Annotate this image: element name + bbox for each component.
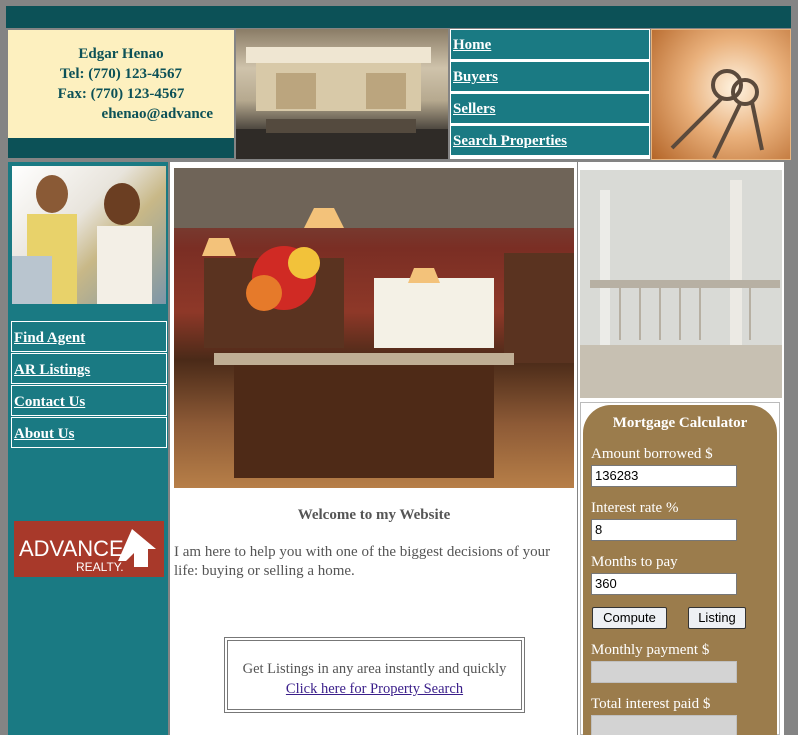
top-banner <box>6 6 791 28</box>
property-search-box: Get Listings in any area instantly and q… <box>224 637 525 713</box>
contact-strip <box>8 138 234 158</box>
logo-word-advance: ADVANCE <box>19 536 124 561</box>
side-nav-about-us-link[interactable]: About Us <box>14 426 74 442</box>
kitchen-photo-small <box>236 29 448 159</box>
listing-button[interactable]: Listing <box>688 607 746 629</box>
side-nav-ar-listings-link[interactable]: AR Listings <box>14 362 90 378</box>
nav-search-link[interactable]: Search Properties <box>453 133 567 149</box>
rate-input[interactable]: 8 <box>591 519 737 541</box>
total-interest-label: Total interest paid $ <box>591 696 711 712</box>
welcome-heading: Welcome to my Website <box>297 507 451 523</box>
nav-home[interactable]: Home <box>450 29 650 60</box>
agent-contact: Edgar Henao Tel: (770) 123-4567 Fax: (77… <box>8 30 234 138</box>
nav-search-properties[interactable]: Search Properties <box>450 125 650 156</box>
nav-buyers-link[interactable]: Buyers <box>453 69 498 85</box>
amount-label: Amount borrowed $ <box>591 446 713 462</box>
agent-email[interactable]: ehenao@advance <box>8 104 213 124</box>
logo-word-realty: REALTY. <box>76 560 124 574</box>
months-input[interactable]: 360 <box>591 573 737 595</box>
porch-photo <box>580 170 782 398</box>
agent-fax: Fax: (770) 123-4567 <box>57 86 185 102</box>
calculator-title: Mortgage Calculator <box>612 415 748 431</box>
intro-text: I am here to help you with one of the bi… <box>174 544 551 579</box>
monthly-payment-label: Monthly payment $ <box>591 642 710 658</box>
nav-sellers[interactable]: Sellers <box>450 93 650 124</box>
kitchen-photo-main <box>174 168 574 488</box>
agent-phone: Tel: (770) 123-4567 <box>60 66 182 82</box>
keys-photo <box>651 29 791 160</box>
agents-photo <box>12 166 166 304</box>
total-interest-output[interactable] <box>591 715 737 735</box>
search-promo-text: Get Listings in any area instantly and q… <box>242 661 507 677</box>
advance-realty-logo[interactable]: ADVANCE REALTY. <box>14 521 164 577</box>
agent-name: Edgar Henao <box>78 46 164 62</box>
monthly-payment-output[interactable] <box>591 661 737 683</box>
top-navigation: Home Buyers Sellers Search Properties <box>450 29 650 159</box>
side-nav-find-agent[interactable]: Find Agent <box>11 321 167 352</box>
compute-button[interactable]: Compute <box>592 607 667 629</box>
nav-buyers[interactable]: Buyers <box>450 61 650 92</box>
side-nav-contact-us[interactable]: Contact Us <box>11 385 167 416</box>
mortgage-calculator: Mortgage Calculator Amount borrowed $ 13… <box>583 405 777 735</box>
nav-sellers-link[interactable]: Sellers <box>453 101 496 117</box>
side-nav-find-agent-link[interactable]: Find Agent <box>14 330 85 346</box>
nav-home-link[interactable]: Home <box>453 37 491 53</box>
rate-label: Interest rate % <box>591 500 679 516</box>
property-search-link[interactable]: Click here for Property Search <box>286 681 463 697</box>
months-label: Months to pay <box>591 554 678 570</box>
amount-input[interactable]: 136283 <box>591 465 737 487</box>
side-nav-ar-listings[interactable]: AR Listings <box>11 353 167 384</box>
side-nav-about-us[interactable]: About Us <box>11 417 167 448</box>
side-nav-contact-us-link[interactable]: Contact Us <box>14 394 85 410</box>
